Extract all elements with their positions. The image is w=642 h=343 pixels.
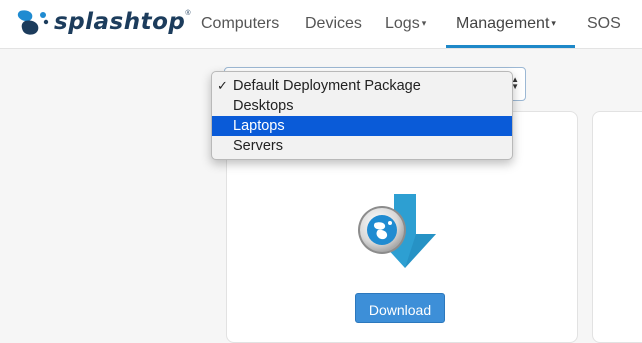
dropdown-option[interactable]: Desktops (212, 96, 512, 116)
dropdown-option[interactable]: ✓ Default Deployment Package (212, 76, 512, 96)
nav-management[interactable]: Management ▾ (456, 0, 556, 48)
chevron-down-icon: ▾ (421, 17, 427, 28)
dropdown-option-highlighted[interactable]: Laptops (212, 116, 512, 136)
secondary-card (592, 111, 642, 343)
nav-computers[interactable]: Computers (201, 0, 279, 48)
nav-management-label: Management (456, 15, 550, 32)
nav-computers-label: Computers (201, 15, 280, 32)
dropdown-option[interactable]: Servers (212, 136, 512, 156)
option-label: Desktops (233, 98, 294, 114)
active-tab-indicator (446, 45, 575, 48)
option-label: Laptops (233, 118, 285, 134)
registered-mark: ® (185, 10, 191, 17)
package-dropdown-menu: ✓ Default Deployment Package Desktops La… (211, 71, 513, 160)
option-label: Default Deployment Package (233, 78, 421, 94)
splashtop-logo-icon (17, 10, 49, 35)
nav-sos[interactable]: SOS (587, 0, 621, 48)
nav-devices[interactable]: Devices (305, 0, 362, 48)
splashtop-logo[interactable]: splashtop ® (12, 4, 191, 40)
splashtop-download-icon (354, 190, 440, 270)
top-navbar: splashtop ® Computers Devices Logs ▾ Man… (0, 0, 642, 49)
nav-logs[interactable]: Logs ▾ (385, 0, 426, 48)
chevron-down-icon: ▾ (551, 17, 556, 28)
option-label: Servers (233, 138, 283, 154)
nav-logs-label: Logs (385, 15, 420, 32)
checkmark-icon: ✓ (217, 78, 228, 93)
nav-sos-label: SOS (587, 15, 621, 32)
nav-devices-label: Devices (305, 15, 362, 32)
download-button[interactable]: Download (355, 293, 445, 323)
brand-name: splashtop (54, 9, 186, 35)
